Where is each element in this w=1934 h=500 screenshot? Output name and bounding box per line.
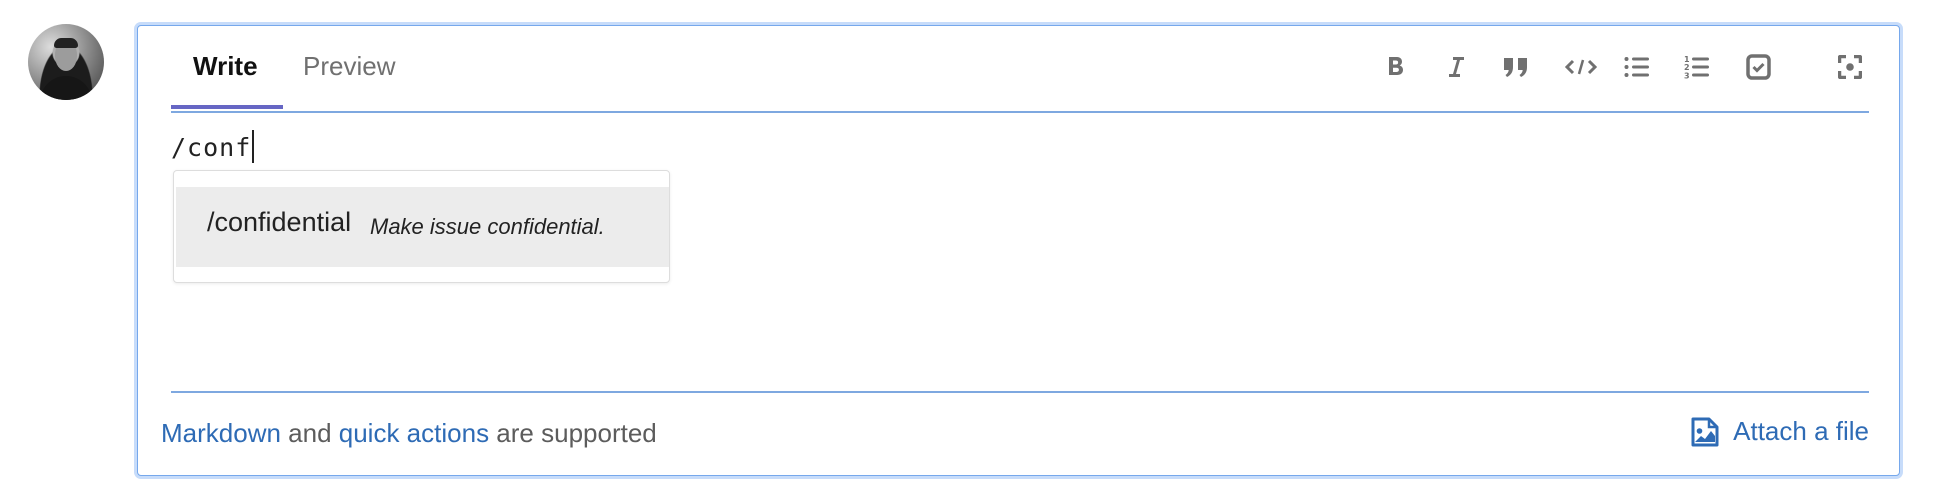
task-list-button[interactable] [1745, 54, 1771, 80]
autocomplete-item[interactable]: /confidential Make issue confidential. [176, 187, 669, 267]
attach-file-label: Attach a file [1733, 416, 1869, 446]
avatar-hair [54, 38, 78, 48]
quick-actions-link[interactable]: quick actions [339, 418, 489, 448]
fullscreen-button[interactable] [1837, 54, 1863, 80]
italic-icon [1449, 57, 1464, 77]
numbered-list-button[interactable]: 123 [1684, 54, 1710, 80]
user-avatar[interactable] [28, 24, 104, 100]
and-text: and [280, 418, 339, 448]
task-list-icon [1745, 54, 1771, 80]
code-button[interactable] [1564, 54, 1598, 80]
editor-tabs: Write Preview 123 [171, 26, 1869, 113]
quote-button[interactable] [1503, 54, 1529, 80]
numbered-list-icon: 123 [1684, 55, 1709, 81]
avatar-shirt [40, 76, 92, 100]
bulleted-list-icon [1624, 57, 1649, 77]
supported-text: are supported [489, 418, 657, 448]
italic-button[interactable] [1443, 54, 1469, 80]
text-caret [252, 130, 255, 163]
textarea-value: /conf [171, 133, 252, 162]
quote-icon [1504, 58, 1527, 77]
active-tab-indicator [171, 105, 283, 109]
code-icon [1565, 59, 1597, 75]
tab-write[interactable]: Write [193, 51, 258, 82]
autocomplete-command: /confidential [207, 207, 352, 237]
file-image-icon [1691, 417, 1719, 446]
bold-icon [1389, 57, 1403, 75]
comment-editor: Write Preview 123 /conf /confidential Ma… [137, 25, 1900, 476]
autocomplete-description: Make issue confidential. [370, 214, 605, 239]
bulleted-list-button[interactable] [1624, 54, 1650, 80]
tab-preview[interactable]: Preview [303, 51, 395, 82]
comment-textarea[interactable]: /conf [171, 130, 255, 163]
quick-action-autocomplete: /confidential Make issue confidential. [173, 170, 670, 283]
fullscreen-icon [1838, 55, 1862, 79]
markdown-hint: Markdown and quick actions are supported [161, 418, 657, 449]
footer-divider [171, 391, 1869, 393]
bold-button[interactable] [1383, 54, 1409, 80]
svg-text:3: 3 [1684, 72, 1690, 81]
attach-file-button[interactable]: Attach a file [1691, 416, 1869, 447]
markdown-link[interactable]: Markdown [161, 418, 281, 448]
